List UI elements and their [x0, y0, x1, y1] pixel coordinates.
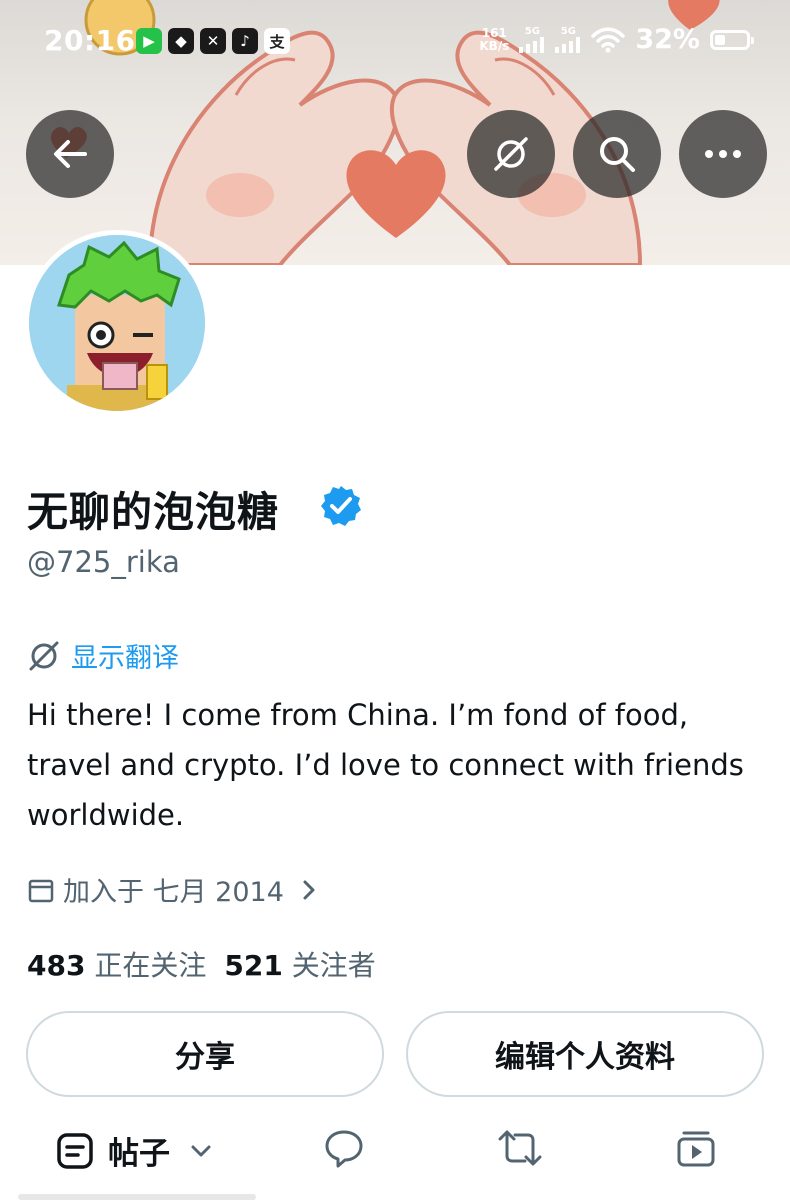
tab-media[interactable] — [676, 1128, 716, 1168]
profile-bio: Hi there! I come from China. I’m fond of… — [27, 698, 744, 832]
tab-replies[interactable] — [324, 1128, 364, 1168]
back-button[interactable] — [26, 110, 114, 198]
video-media-icon — [677, 1131, 715, 1167]
search-icon — [600, 137, 635, 172]
tab-posts-label: 帖子 — [108, 1136, 170, 1172]
status-time: 20:16 — [44, 24, 136, 57]
translate-icon — [494, 137, 528, 171]
calendar-icon — [28, 879, 54, 902]
notification-app-icons: ▶ ◆ ✕ ♪ 支 — [136, 28, 290, 54]
arrow-left-icon — [54, 140, 87, 168]
display-name: 无聊的泡泡糖 — [27, 488, 279, 536]
more-options-button[interactable] — [679, 110, 767, 198]
followers-link[interactable]: 521 关注者 — [224, 944, 375, 984]
reply-bubble-icon — [325, 1130, 363, 1168]
join-date-label: 加入于 七月 2014 — [63, 877, 284, 908]
show-translation-link[interactable]: 显示翻译 — [27, 636, 179, 675]
join-date[interactable]: 加入于 七月 2014 — [27, 870, 318, 909]
search-button[interactable] — [573, 110, 661, 198]
user-handle: @725_rika — [27, 545, 180, 579]
followers-label: 关注者 — [291, 949, 376, 982]
more-dots-icon — [705, 150, 741, 158]
binance-icon: ◆ — [168, 28, 194, 54]
follow-stats: 483 正在关注 521 关注者 — [27, 944, 376, 984]
share-button[interactable]: 分享 — [26, 1011, 384, 1097]
battery-icon — [710, 29, 754, 50]
signal-strength-icon: 5G — [519, 26, 545, 53]
tab-scroll-indicator — [18, 1194, 256, 1200]
profile-tab-bar: 帖子 — [0, 1118, 790, 1200]
translate-icon — [29, 641, 59, 670]
following-count: 483 — [27, 949, 86, 982]
repost-icon — [498, 1130, 542, 1166]
x-icon: ✕ — [200, 28, 226, 54]
followers-count: 521 — [224, 949, 283, 982]
wifi-icon — [591, 27, 626, 52]
following-label: 正在关注 — [94, 949, 207, 982]
battery-percent: 32% — [635, 24, 700, 55]
network-speed: 161 KB/s — [479, 25, 510, 53]
translate-button[interactable] — [467, 110, 555, 198]
facetime-icon: ▶ — [136, 28, 162, 54]
posts-icon — [57, 1132, 93, 1169]
system-status: 161 KB/s 5G 5G 32% — [479, 24, 754, 55]
verified-badge-icon — [319, 484, 363, 532]
signal-strength-icon-2: 5G — [555, 26, 581, 53]
chevron-right-icon — [303, 880, 315, 899]
tab-reposts[interactable] — [497, 1128, 543, 1168]
avatar[interactable] — [24, 230, 210, 416]
edit-profile-button[interactable]: 编辑个人资料 — [406, 1011, 764, 1097]
chevron-down-icon — [191, 1145, 211, 1156]
show-translation-label: 显示翻译 — [71, 643, 179, 674]
status-bar: 20:16 ▶ ◆ ✕ ♪ 支 161 KB/s 5G 5G 32% — [0, 20, 790, 64]
avatar-pixel-art-image — [29, 235, 205, 411]
alipay-icon: 支 — [264, 28, 290, 54]
tab-posts[interactable]: 帖子 — [56, 1128, 212, 1173]
tiktok-icon: ♪ — [232, 28, 258, 54]
following-link[interactable]: 483 正在关注 — [27, 944, 206, 984]
